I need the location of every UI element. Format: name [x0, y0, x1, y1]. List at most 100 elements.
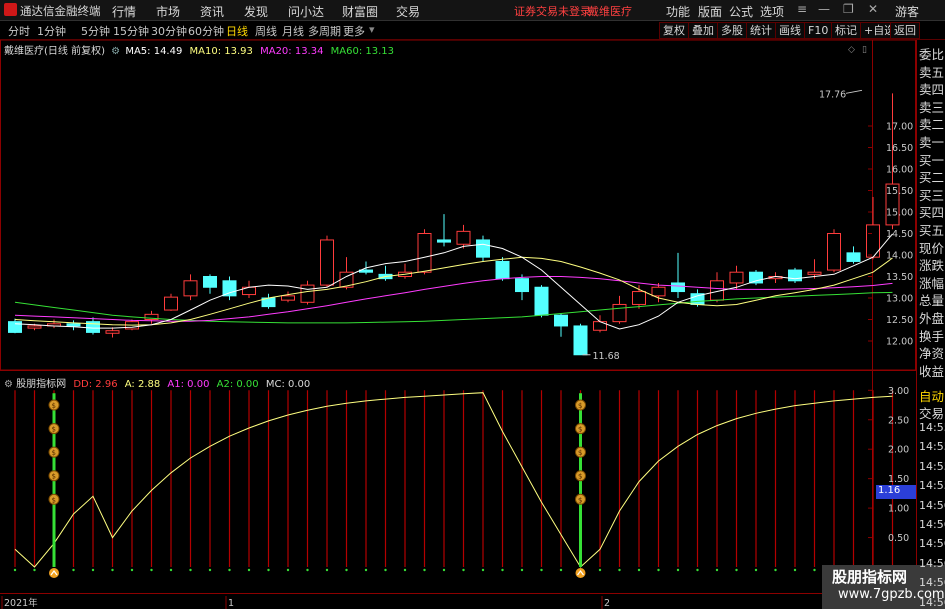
multi-stock-button[interactable]: 多股 [717, 22, 747, 39]
indicator-dot [72, 568, 75, 572]
side-label[interactable]: 委比 [919, 44, 944, 63]
side-label[interactable]: 买五 [919, 220, 944, 239]
settings-icon[interactable]: ⚙ [111, 46, 120, 57]
candle-up [300, 284, 315, 303]
indicator-dot [540, 568, 543, 572]
side-label[interactable]: 买二 [919, 167, 944, 186]
candle-down [554, 314, 568, 327]
period-tab-intraday[interactable]: 分时 [8, 23, 30, 39]
trade-time: 14:55 [919, 459, 945, 473]
back-button[interactable]: 返回 [890, 22, 920, 39]
app-title: 通达信金融终端 [20, 4, 101, 18]
up-arrow-icon [49, 568, 59, 578]
candle-up [281, 295, 295, 301]
trade-login-status[interactable]: 证券交易未登录 [514, 3, 591, 19]
side-label[interactable]: 涨跌 [919, 255, 944, 274]
menu-news[interactable]: 资讯 [200, 3, 224, 20]
coin-symbol: $ [52, 496, 56, 504]
menu-ask[interactable]: 问小达 [288, 3, 324, 20]
menu-quotes[interactable]: 行情 [112, 3, 136, 20]
period-tab-multi[interactable]: 多周期 [308, 23, 341, 39]
mark-button[interactable]: 标记 [831, 22, 861, 39]
dd-value: DD: 2.96 [73, 379, 118, 390]
menu-function[interactable]: 功能 [666, 3, 690, 20]
side-label[interactable]: 外盘 [919, 308, 944, 327]
side-label[interactable]: 净资 [919, 343, 944, 362]
user-guest[interactable]: 游客 [895, 3, 919, 20]
price-tick-label: 16.00 [886, 165, 913, 176]
side-label[interactable]: 卖一 [919, 132, 944, 151]
app-logo-icon [4, 3, 17, 16]
restore-icon[interactable]: ❐ [843, 2, 854, 16]
period-tab-60min[interactable]: 60分钟 [188, 23, 224, 39]
chart-area[interactable]: 17.00 16.50 16.00 15.50 15.00 14.50 14.00 13.50… [0, 40, 945, 609]
indicator-dot [130, 568, 134, 572]
coin-symbol: $ [578, 402, 582, 410]
f10-button[interactable]: F10 [804, 22, 833, 39]
period-tab-30min[interactable]: 30分钟 [151, 23, 187, 39]
side-label[interactable]: 卖三 [919, 97, 944, 116]
menu-trade[interactable]: 交易 [396, 3, 420, 20]
menu-options[interactable]: 选项 [760, 3, 784, 20]
period-tab-15min[interactable]: 15分钟 [113, 23, 149, 39]
menu-wealth[interactable]: 财富圈 [342, 3, 378, 20]
period-tab-monthly[interactable]: 月线 [282, 23, 304, 39]
coin-symbol: $ [578, 426, 582, 434]
diamond-icon: ◇ [848, 45, 855, 55]
period-tab-weekly[interactable]: 周线 [255, 23, 277, 39]
side-label[interactable]: 买三 [919, 185, 944, 204]
menu-discover[interactable]: 发现 [244, 3, 268, 20]
indicator-settings-icon[interactable]: ⚙ [4, 379, 13, 390]
coin-symbol: $ [578, 449, 582, 457]
high-price-label: 17.76 [819, 89, 846, 100]
price-tick-label: 17.00 [886, 122, 913, 133]
window-menu-icon[interactable]: ≡ [797, 2, 807, 16]
minimize-icon[interactable]: — [818, 2, 830, 16]
indicator-axis: 3.00 2.50 2.00 1.50 1.00 0.50 [868, 386, 909, 544]
period-tab-more[interactable]: 更多 [343, 23, 365, 39]
side-label[interactable]: 涨幅 [919, 273, 944, 292]
side-label[interactable]: 收益 [919, 361, 944, 380]
watermark-title: 股朋指标网 [832, 568, 908, 586]
indicator-dot [91, 568, 95, 572]
coin-symbol: $ [52, 473, 56, 481]
indicator-tick-label: 0.50 [888, 533, 909, 544]
side-label[interactable]: 现价 [919, 238, 944, 257]
overlay-button[interactable]: 叠加 [688, 22, 718, 39]
square-icon: ▯ [862, 45, 867, 55]
draw-line-button[interactable]: 画线 [775, 22, 805, 39]
trade-panel-label[interactable]: 交易 [919, 403, 944, 422]
candle-down [222, 280, 237, 297]
trade-time: 14:55 [919, 479, 945, 493]
trade-time: 14:56 [919, 576, 945, 590]
side-label[interactable]: 卖二 [919, 114, 944, 133]
menu-market[interactable]: 市场 [156, 3, 180, 20]
candle-down [846, 252, 861, 262]
more-dropdown-icon[interactable]: ▾ [369, 23, 375, 36]
menu-layout[interactable]: 版面 [698, 3, 722, 20]
close-icon[interactable]: ✕ [868, 2, 878, 16]
side-label[interactable]: 总量 [919, 290, 944, 309]
adjust-button[interactable]: 复权 [659, 22, 689, 39]
indicator-bars [13, 390, 894, 572]
ma10-label: MA10: 13.93 [189, 46, 253, 57]
indicator-dot [169, 568, 173, 572]
candle-down [8, 321, 22, 333]
side-label[interactable]: 买四 [919, 202, 944, 221]
main-chart-legend: 戴维医疗(日线 前复权) ⚙ MA5: 14.49 MA10: 13.93 MA… [4, 42, 394, 57]
current-stock-name: 戴维医疗 [588, 5, 632, 18]
period-tab-daily[interactable]: 日线 [226, 23, 248, 39]
side-label[interactable]: 买一 [919, 150, 944, 169]
side-label[interactable]: 卖四 [919, 79, 944, 98]
side-label[interactable]: 换手 [919, 326, 944, 345]
side-label[interactable]: 卖五 [919, 62, 944, 81]
menu-formula[interactable]: 公式 [729, 3, 753, 20]
indicator-dot [345, 568, 348, 572]
date-label: 2 [604, 598, 610, 609]
indicator-name: 股朋指标网 [16, 379, 67, 390]
period-tab-1min[interactable]: 1分钟 [37, 23, 66, 39]
period-tab-5min[interactable]: 5分钟 [81, 23, 110, 39]
statistics-button[interactable]: 统计 [746, 22, 776, 39]
candle-up [456, 230, 471, 245]
candlestick-series [8, 93, 900, 356]
